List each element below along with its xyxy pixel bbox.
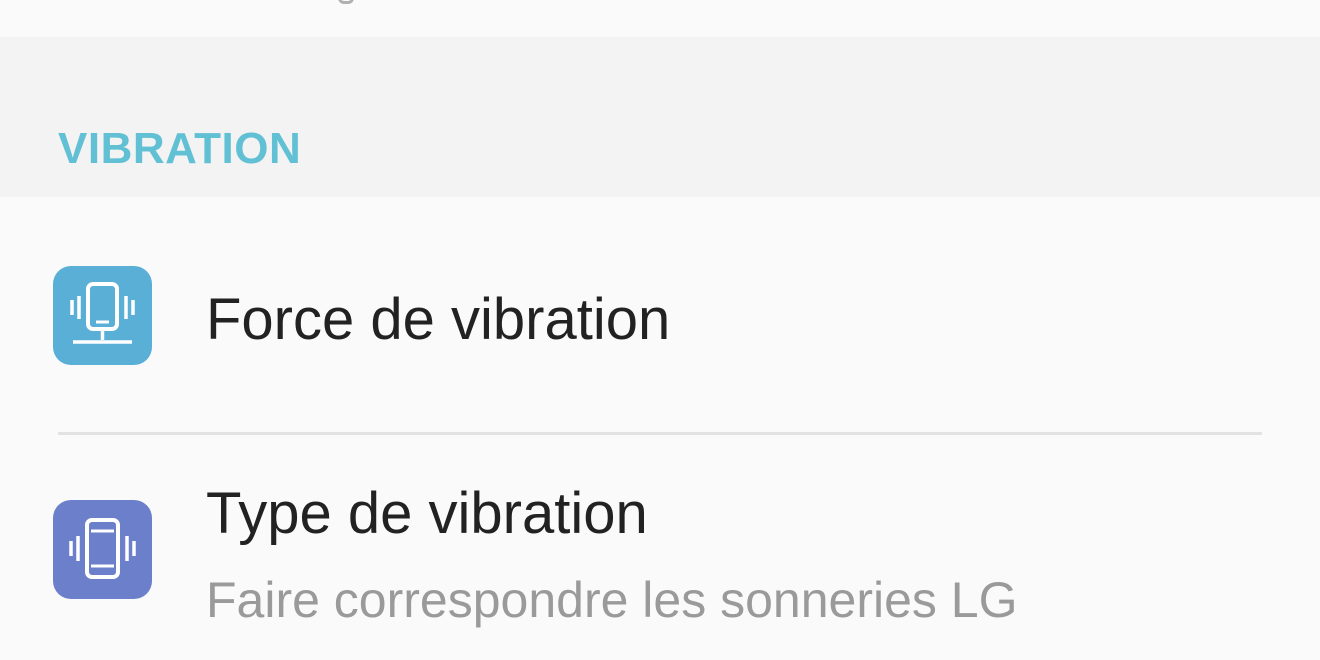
vibration-strength-title: Force de vibration: [206, 287, 671, 352]
vibration-type-title: Type de vibration: [206, 481, 648, 546]
section-title: VIBRATION: [58, 124, 302, 173]
vibration-strength-item[interactable]: Force de vibration: [0, 197, 1320, 433]
vibration-strength-icon: [53, 266, 152, 365]
vibration-type-icon: [53, 500, 152, 599]
partial-text-glyph: [338, 0, 354, 4]
previous-list-item[interactable]: [0, 0, 1320, 37]
vibration-type-item[interactable]: Type de vibration Faire correspondre les…: [0, 435, 1320, 660]
section-header: VIBRATION: [0, 37, 1320, 197]
settings-screen: VIBRATION Force de vibration Type de vib…: [0, 0, 1320, 660]
vibration-type-subtitle: Faire correspondre les sonneries LG: [206, 572, 1018, 628]
